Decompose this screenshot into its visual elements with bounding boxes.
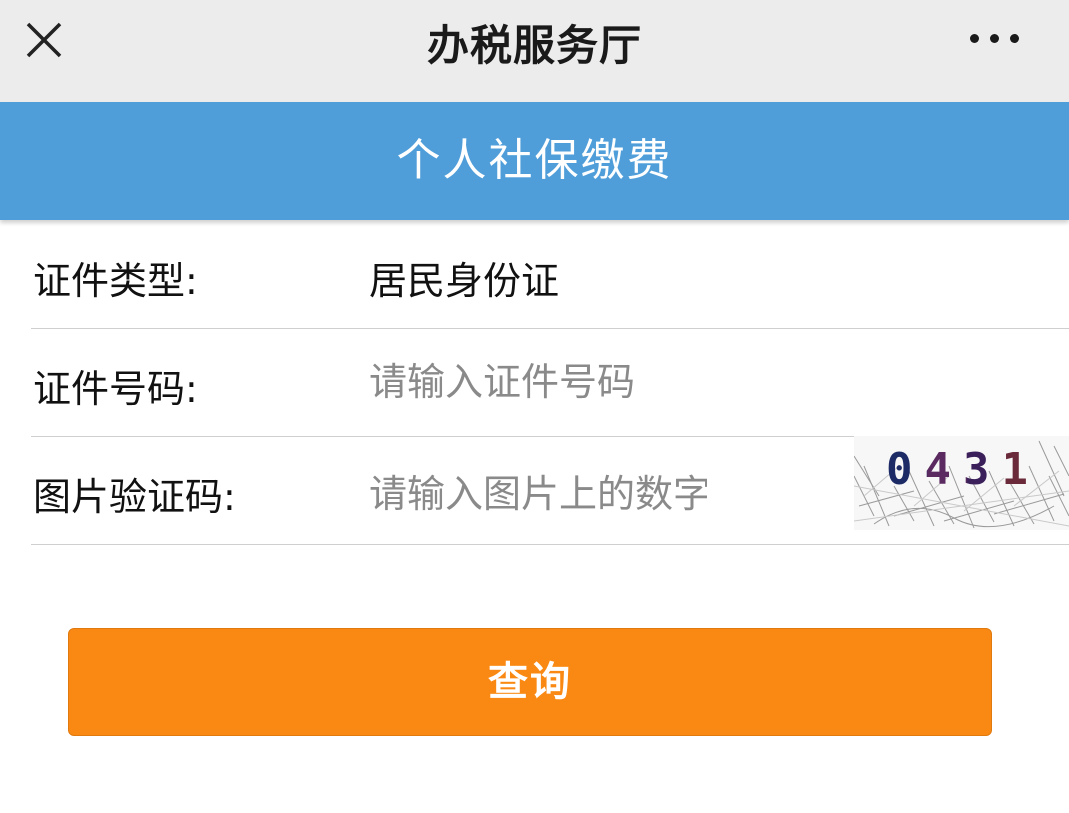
captcha-input[interactable] (369, 466, 707, 522)
more-options-button[interactable] (962, 22, 1026, 56)
id-type-select[interactable]: 居民身份证 (369, 250, 559, 305)
query-button[interactable]: 查询 (68, 628, 992, 736)
id-number-row: 证件号码: (31, 328, 1069, 437)
id-number-input[interactable] (369, 354, 1049, 410)
id-type-row[interactable]: 证件类型: 居民身份证 (31, 220, 1069, 329)
page-title-banner: 个人社保缴费 (0, 102, 1069, 220)
id-number-label: 证件号码: (33, 367, 198, 411)
more-horizontal-icon (970, 34, 979, 43)
app-title: 办税服务厅 (426, 21, 642, 70)
captcha-label: 图片验证码: (33, 475, 236, 519)
id-type-label: 证件类型: (33, 259, 198, 303)
captcha-row: 图片验证码: 0431 (31, 436, 1069, 545)
captcha-code: 0431 (886, 444, 1040, 495)
captcha-image[interactable]: 0431 (854, 436, 1069, 530)
title-bar: 办税服务厅 (0, 0, 1069, 102)
